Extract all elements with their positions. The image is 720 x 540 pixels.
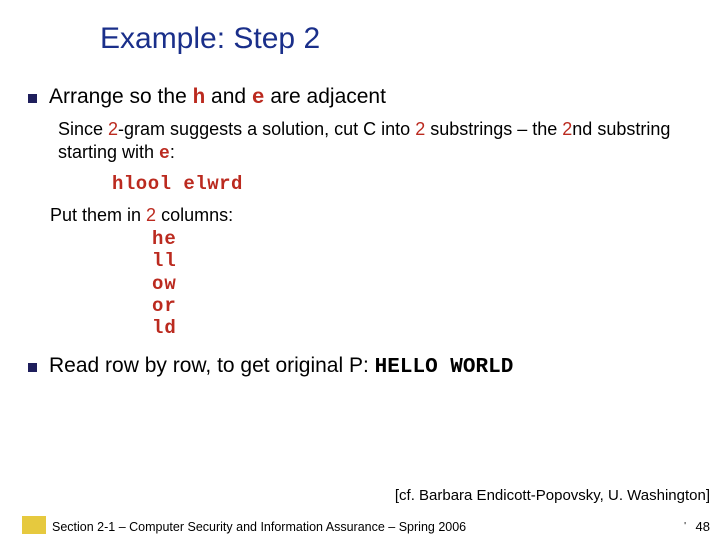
footer-accent-bar — [22, 516, 46, 534]
footer-text: Section 2-1 – Computer Security and Info… — [52, 520, 466, 534]
citation: [cf. Barbara Endicott-Popovsky, U. Washi… — [395, 487, 710, 504]
bullet-2: Read row by row, to get original P: HELL… — [28, 354, 702, 379]
subtext-2: Put them in 2 columns: — [50, 205, 702, 226]
bullet-square-icon — [28, 94, 37, 103]
subtext-1: Since 2-gram suggests a solution, cut C … — [58, 118, 702, 167]
slide-content: Arrange so the h and e are adjacent Sinc… — [28, 85, 702, 385]
grid-row: ll — [152, 250, 702, 272]
grid-row: or — [152, 295, 702, 317]
slide-number: 48 — [696, 519, 710, 534]
bullet-1-text: Arrange so the h and e are adjacent — [49, 85, 386, 110]
grid-row: ow — [152, 273, 702, 295]
slide-title: Example: Step 2 — [100, 22, 320, 56]
column-grid: he ll ow or ld — [152, 228, 702, 340]
code-substrings: hlool elwrd — [112, 173, 702, 195]
grid-row: ld — [152, 317, 702, 339]
footer-tick: ' — [684, 521, 686, 532]
bullet-square-icon — [28, 363, 37, 372]
bullet-1: Arrange so the h and e are adjacent — [28, 85, 702, 110]
grid-row: he — [152, 228, 702, 250]
bullet-2-text: Read row by row, to get original P: HELL… — [49, 354, 513, 379]
